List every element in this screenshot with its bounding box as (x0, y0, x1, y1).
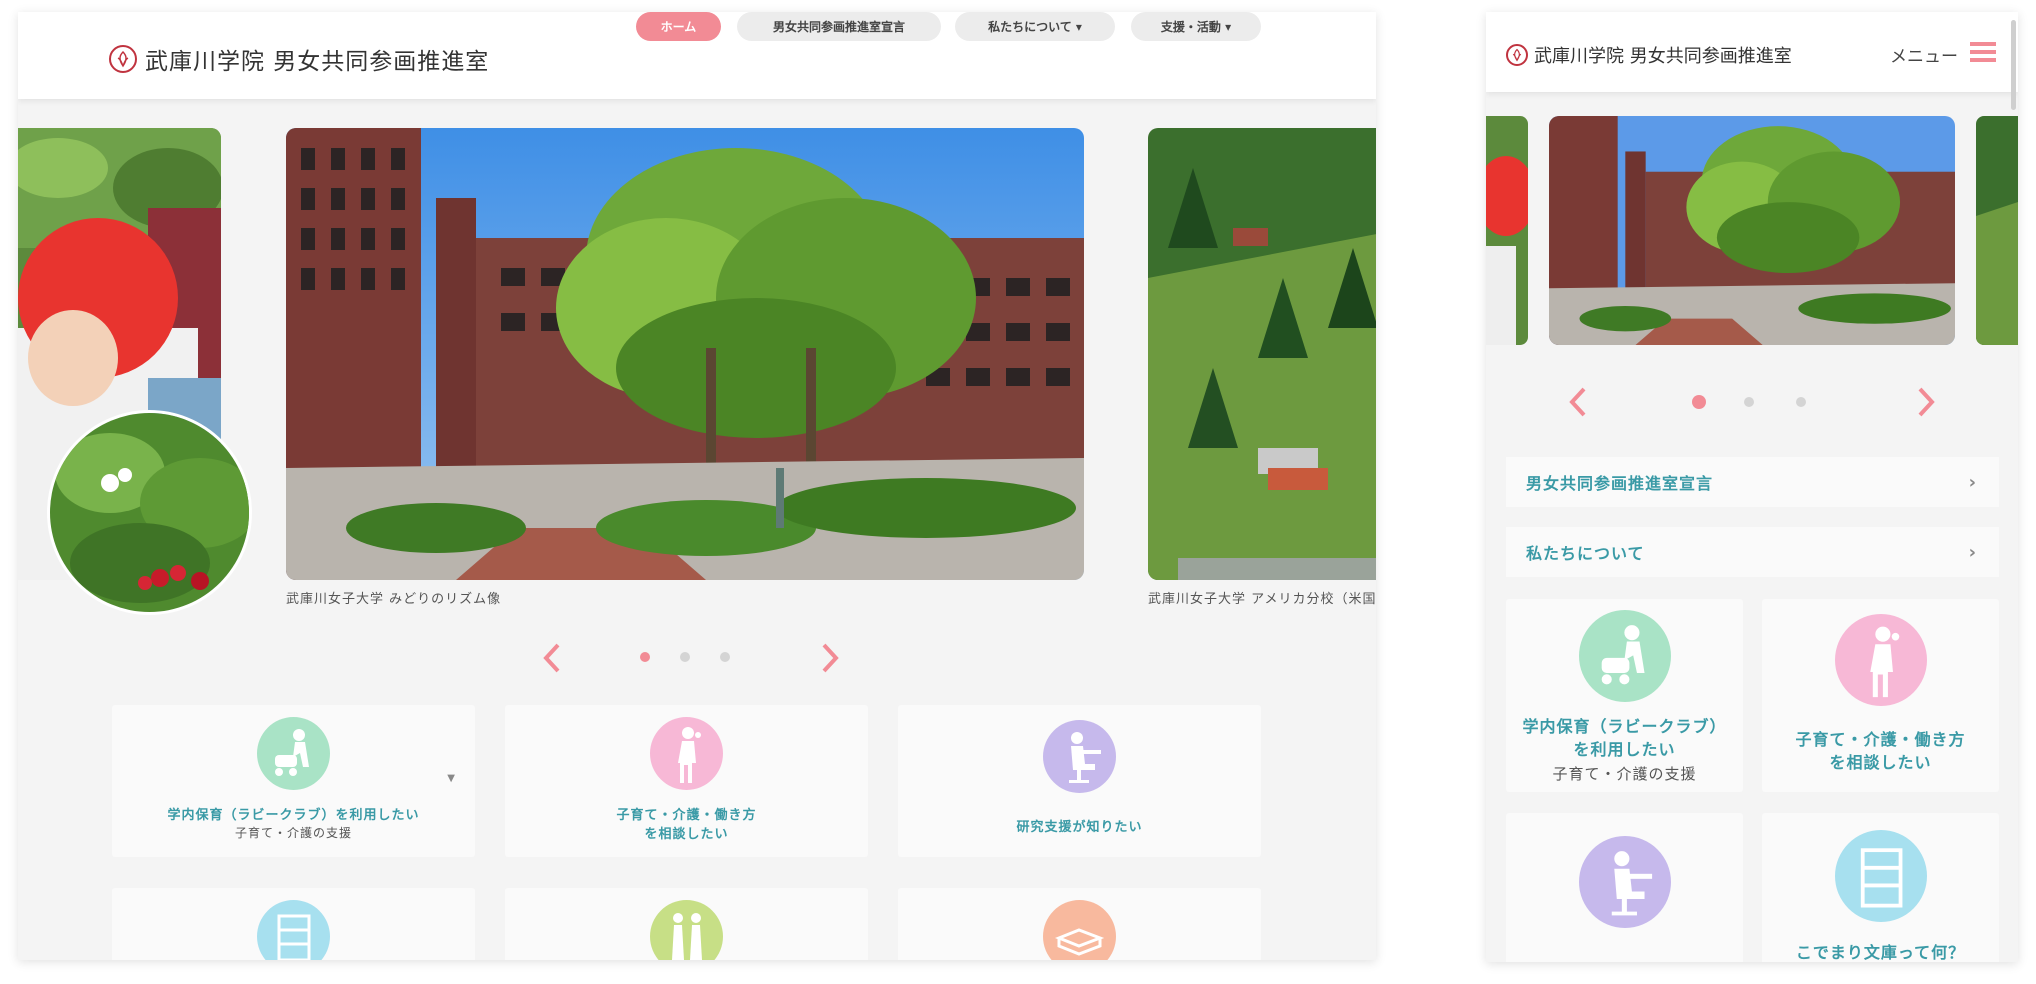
mobile-card-library[interactable]: こでまり文庫って何？ (1762, 813, 1999, 962)
chevron-down-icon[interactable]: ▼ (447, 773, 455, 784)
nav-home[interactable]: ホーム (636, 12, 721, 41)
mobile-link-declaration[interactable]: 男女共同参画推進室宣言 › (1506, 457, 1999, 507)
campus-building-photo (286, 128, 1084, 580)
mobile-card-childcare[interactable]: 学内保育（ラビークラブ） を利用したい 子育て・介護の支援 (1506, 599, 1743, 792)
card-title: 研究支援が知りたい (1016, 820, 1143, 835)
book-icon (1043, 900, 1116, 960)
chevron-right-icon: › (1968, 541, 1977, 563)
mobile-carousel-dot-1[interactable] (1692, 395, 1706, 409)
nav-support[interactable]: 支援・活動 ▾ (1131, 12, 1261, 41)
mobile-carousel-prev-arrow-icon[interactable] (1566, 385, 1590, 419)
stroller-person-icon (1579, 610, 1671, 702)
card-title: こでまり文庫って何？ (1795, 943, 1966, 962)
woman-on-phone-icon (650, 717, 723, 790)
site-logo[interactable]: 武庫川学院 男女共同参画推進室 (109, 42, 489, 76)
card-book[interactable] (898, 888, 1261, 960)
mobile-site-title: 武庫川学院 男女共同参画推進室 (1534, 46, 1792, 67)
hamburger-menu-icon[interactable] (1970, 40, 1996, 64)
slide-caption: 武庫川女子大学 みどりのリズム像 (286, 592, 502, 607)
mobile-carousel-next-arrow-icon[interactable] (1914, 385, 1938, 419)
mobile-card-research[interactable] (1506, 813, 1743, 962)
mobile-slide-current[interactable] (1549, 116, 1955, 345)
card-subtitle: 子育て・介護の支援 (234, 826, 352, 840)
card-family[interactable] (505, 888, 868, 960)
card-research[interactable]: 研究支援が知りたい (898, 705, 1261, 857)
card-title: 子育て・介護・働き方 を相談したい (616, 808, 757, 842)
desktop-view: 武庫川学院 男女共同参画推進室 ホーム 男女共同参画推進室宣言 私たちについて … (18, 12, 1376, 960)
bookshelf-icon (257, 900, 330, 960)
card-title: 学内保育（ラビークラブ） を利用したい (1522, 717, 1727, 759)
american-campus-photo (1148, 128, 1376, 580)
mobile-link-label: 私たちについて (1526, 544, 1645, 563)
carousel-next-arrow-icon[interactable] (818, 641, 842, 675)
card-library[interactable] (112, 888, 475, 960)
slide-next[interactable] (1148, 128, 1376, 580)
nav-about[interactable]: 私たちについて ▾ (955, 12, 1115, 41)
carousel-dot-2[interactable] (680, 652, 690, 662)
mobile-carousel-dot-2[interactable] (1744, 397, 1754, 407)
mobile-carousel-dot-3[interactable] (1796, 397, 1806, 407)
crest-icon (1506, 44, 1528, 66)
mobile-slide-prev[interactable] (1486, 116, 1528, 345)
mobile-card-consult[interactable]: 子育て・介護・働き方 を相談したい (1762, 599, 1999, 792)
slide-next-caption: 武庫川女子大学 アメリカ分校（米国 (1148, 592, 1376, 607)
carousel-dot-3[interactable] (720, 652, 730, 662)
family-walking-icon (650, 900, 723, 960)
card-consult[interactable]: 子育て・介護・働き方 を相談したい (505, 705, 868, 857)
crest-icon (109, 45, 137, 73)
card-subtitle: 子育て・介護の支援 (1552, 765, 1697, 783)
person-at-desk-icon (1579, 836, 1671, 928)
menu-label[interactable]: メニュー (1890, 42, 1958, 67)
carousel-prev-arrow-icon[interactable] (540, 641, 564, 675)
scrollbar[interactable] (2011, 20, 2016, 110)
person-at-desk-icon (1043, 720, 1116, 793)
site-header: 武庫川学院 男女共同参画推進室 ホーム 男女共同参画推進室宣言 私たちについて … (18, 12, 1376, 99)
slide-current[interactable] (286, 128, 1084, 580)
bookshelf-icon (1835, 830, 1927, 922)
mobile-logo[interactable]: 武庫川学院 男女共同参画推進室 (1506, 42, 1792, 68)
mobile-header: 武庫川学院 男女共同参画推進室 メニュー (1486, 12, 2018, 110)
card-childcare[interactable]: ▼ 学内保育（ラビークラブ）を利用したい 子育て・介護の支援 (112, 705, 475, 857)
stroller-person-icon (257, 717, 330, 790)
mobile-view: 武庫川学院 男女共同参画推進室 メニュー 男女共同参画推進室宣言 › 私たちにつ… (1486, 12, 2018, 962)
campus-building-photo (1549, 116, 1955, 345)
strawberry-photo (47, 410, 252, 615)
carousel-dot-1[interactable] (640, 652, 650, 662)
mobile-link-label: 男女共同参画推進室宣言 (1526, 474, 1714, 493)
card-title: 学内保育（ラビークラブ）を利用したい (167, 808, 420, 823)
chevron-right-icon: › (1968, 471, 1977, 493)
nav-declaration[interactable]: 男女共同参画推進室宣言 (737, 12, 941, 41)
mobile-slide-next[interactable] (1976, 116, 2018, 345)
woman-on-phone-icon (1835, 614, 1927, 706)
site-title: 武庫川学院 男女共同参画推進室 (145, 49, 490, 75)
card-title: 子育て・介護・働き方 を相談したい (1795, 730, 1966, 772)
mobile-link-about[interactable]: 私たちについて › (1506, 527, 1999, 577)
